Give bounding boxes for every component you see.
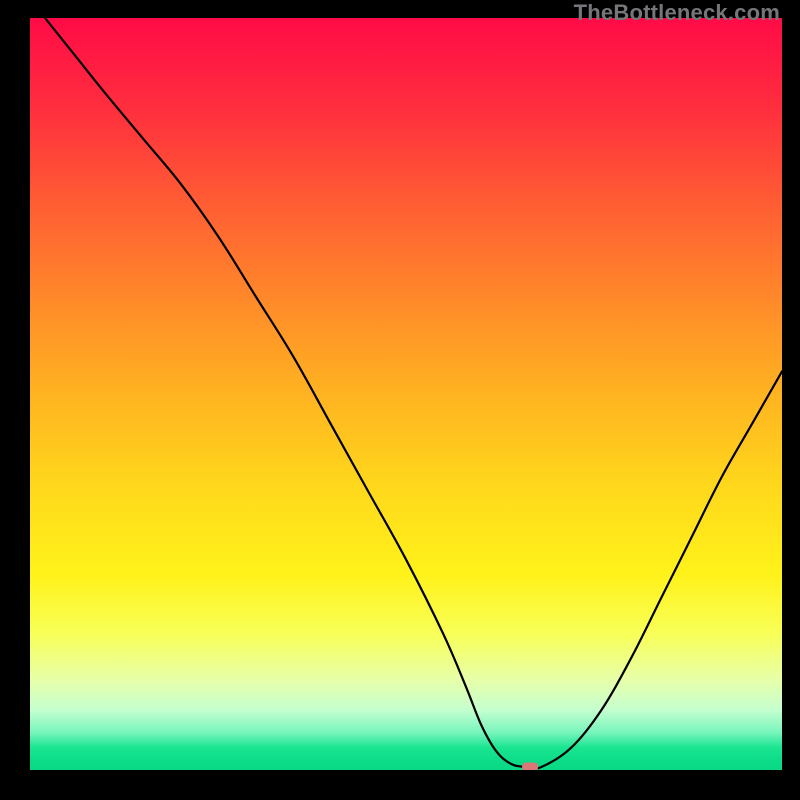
chart-frame: { "watermark": "TheBottleneck.com", "cha… bbox=[0, 0, 800, 800]
bottleneck-curve bbox=[45, 18, 782, 769]
chart-svg bbox=[30, 18, 782, 770]
optimum-marker bbox=[522, 762, 538, 770]
watermark-text: TheBottleneck.com bbox=[574, 0, 780, 26]
plot-area bbox=[30, 18, 782, 770]
